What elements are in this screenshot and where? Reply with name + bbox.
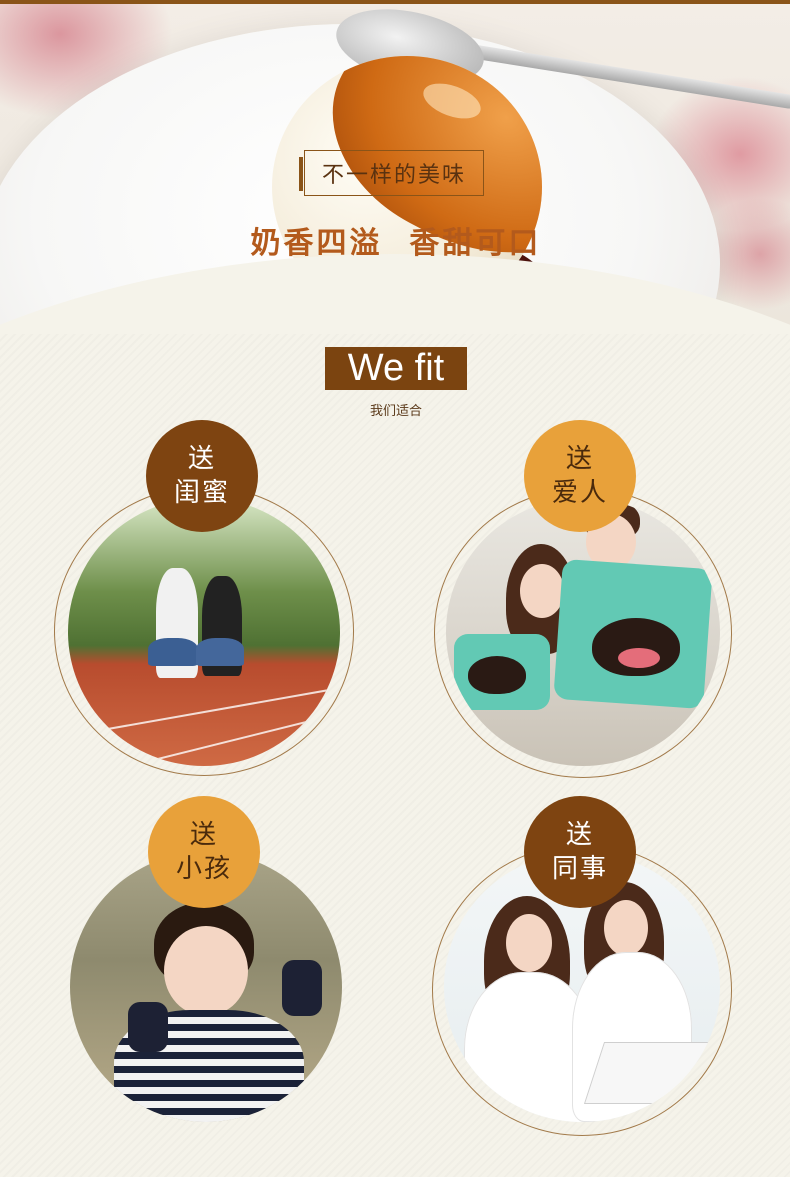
badge-coworkers-line1: 送 <box>565 820 594 850</box>
photo-friends <box>68 498 340 766</box>
hero-slogan: 奶香四溢 香甜可口 <box>250 226 542 261</box>
badge-friends-line1: 送 <box>187 444 216 474</box>
badge-lover-line2: 爱人 <box>551 478 608 508</box>
section-subtitle: 我们适合 <box>369 404 422 419</box>
badge-friends-line2: 闺蜜 <box>173 478 230 508</box>
hero-tagline: 不一样的美味 <box>299 150 484 196</box>
badge-kid-line2: 小孩 <box>175 854 232 884</box>
badge-lover: 送 爱人 <box>524 420 636 532</box>
section-title: We fit <box>325 347 467 390</box>
badge-lover-line1: 送 <box>565 444 594 474</box>
badge-coworkers-line2: 同事 <box>551 854 608 884</box>
photo-lover <box>446 498 720 766</box>
badge-friends: 送 闺蜜 <box>146 420 258 532</box>
hero-banner: 不一样的美味 奶香四溢 香甜可口 <box>0 4 790 334</box>
badge-coworkers: 送 同事 <box>524 796 636 908</box>
badge-kid: 送 小孩 <box>148 796 260 908</box>
badge-kid-line1: 送 <box>189 820 218 850</box>
